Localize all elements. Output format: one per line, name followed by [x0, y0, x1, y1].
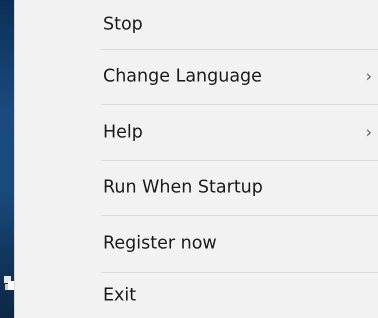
menu-item-label: Run When Startup: [103, 177, 263, 198]
menu-item-label: Change Language: [103, 66, 262, 87]
context-menu-screen: Stop Change Language › Help › Run When S…: [0, 0, 378, 318]
menu-item-exit[interactable]: Exit: [15, 273, 378, 318]
menu-item-stop[interactable]: Stop: [15, 0, 378, 49]
menu-item-label: Help: [103, 122, 143, 143]
menu-item-register-now[interactable]: Register now: [15, 216, 378, 272]
menu-item-label: Register now: [103, 233, 217, 254]
menu-item-change-language[interactable]: Change Language ›: [15, 50, 378, 104]
menu-item-label: Exit: [103, 285, 137, 306]
desktop-background: [0, 0, 15, 318]
menu-item-run-when-startup[interactable]: Run When Startup: [15, 161, 378, 215]
menu-item-label: Stop: [103, 14, 143, 35]
menu-item-help[interactable]: Help ›: [15, 105, 378, 160]
chevron-right-icon: ›: [365, 122, 372, 142]
chevron-right-icon: ›: [365, 66, 372, 86]
context-menu: Stop Change Language › Help › Run When S…: [14, 0, 378, 318]
